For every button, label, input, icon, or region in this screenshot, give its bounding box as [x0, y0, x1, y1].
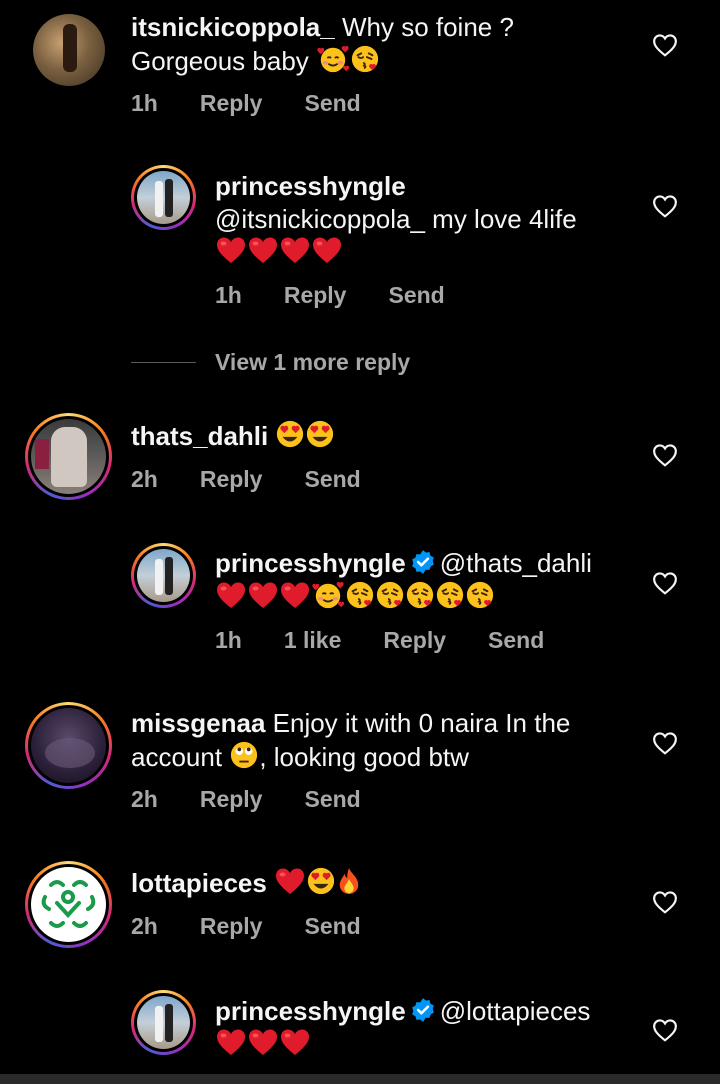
heart-outline-icon[interactable]	[652, 731, 678, 755]
comment-text: , looking good btw	[259, 742, 469, 772]
comment-time: 2h	[131, 466, 158, 492]
red-heart-emoji	[274, 866, 306, 896]
send-button[interactable]: Send	[304, 913, 360, 940]
red-heart-emoji	[311, 235, 343, 265]
face-blowing-kiss-emoji	[345, 580, 375, 610]
bottom-edge-bar	[0, 1074, 720, 1084]
face-blowing-kiss-emoji	[375, 580, 405, 610]
avatar[interactable]	[33, 14, 105, 86]
comment-text: Gorgeous baby	[131, 46, 309, 76]
red-heart-emoji	[215, 1027, 247, 1057]
face-with-rolling-eyes-emoji	[229, 740, 259, 770]
comment-time: 1h	[215, 627, 242, 653]
comment-time: 1h	[131, 90, 158, 116]
mention-link[interactable]: @lottapieces	[440, 996, 591, 1026]
likes-count[interactable]: 1 like	[284, 627, 342, 654]
heart-outline-icon[interactable]	[652, 194, 678, 218]
smiling-face-with-hearts-emoji	[311, 580, 345, 610]
red-heart-emoji	[279, 1027, 311, 1057]
send-button[interactable]: Send	[388, 282, 444, 309]
heart-outline-icon[interactable]	[652, 443, 678, 467]
heart-outline-icon[interactable]	[652, 890, 678, 914]
reply-button[interactable]: Reply	[284, 282, 347, 309]
face-blowing-kiss-emoji	[405, 580, 435, 610]
view-more-replies-button[interactable]: View 1 more reply	[215, 349, 410, 376]
avatar[interactable]	[25, 702, 112, 789]
comment-text: Why so foine ?	[341, 12, 514, 42]
red-heart-emoji	[279, 235, 311, 265]
logo-pattern	[41, 880, 96, 928]
mention-link[interactable]: @thats_dahli	[440, 548, 592, 578]
verified-badge-icon	[410, 997, 436, 1023]
red-heart-emoji	[247, 1027, 279, 1057]
comment-time: 2h	[131, 913, 158, 939]
comment-username[interactable]: princesshyngle	[215, 548, 406, 578]
red-heart-emoji	[247, 580, 279, 610]
avatar[interactable]	[131, 990, 196, 1055]
avatar[interactable]	[131, 543, 196, 608]
comment-username[interactable]: princesshyngle	[215, 996, 406, 1026]
send-button[interactable]: Send	[304, 90, 360, 117]
face-blowing-kiss-emoji	[435, 580, 465, 610]
comment-text: @itsnickicoppola_ my love 4life	[215, 204, 577, 234]
comment-time: 1h	[215, 282, 242, 308]
face-blowing-kiss-emoji	[350, 44, 380, 74]
red-heart-emoji	[215, 580, 247, 610]
reply-button[interactable]: Reply	[383, 627, 446, 654]
heart-eyes-emoji	[275, 419, 305, 449]
red-heart-emoji	[247, 235, 279, 265]
send-button[interactable]: Send	[488, 627, 544, 654]
comment-username[interactable]: lottapieces	[131, 868, 267, 898]
send-button[interactable]: Send	[304, 786, 360, 813]
smiling-face-with-hearts-emoji	[316, 44, 350, 74]
reply-button[interactable]: Reply	[200, 90, 263, 117]
comment-username[interactable]: thats_dahli	[131, 421, 268, 451]
red-heart-emoji	[215, 235, 247, 265]
avatar[interactable]	[131, 165, 196, 230]
reply-button[interactable]: Reply	[200, 466, 263, 493]
comment-username[interactable]: princesshyngle	[215, 171, 406, 201]
heart-outline-icon[interactable]	[652, 33, 678, 57]
reply-button[interactable]: Reply	[200, 786, 263, 813]
fire-emoji	[336, 866, 362, 896]
heart-eyes-emoji	[306, 866, 336, 896]
send-button[interactable]: Send	[304, 466, 360, 493]
avatar[interactable]	[25, 861, 112, 948]
heart-outline-icon[interactable]	[652, 571, 678, 595]
comment-username[interactable]: itsnickicoppola_	[131, 12, 335, 42]
heart-outline-icon[interactable]	[652, 1018, 678, 1042]
avatar[interactable]	[25, 413, 112, 500]
red-heart-emoji	[279, 580, 311, 610]
divider-line	[131, 362, 196, 363]
comment-text: Enjoy it with 0 naira In the	[272, 708, 571, 738]
reply-button[interactable]: Reply	[200, 913, 263, 940]
comment-time: 2h	[131, 786, 158, 812]
heart-eyes-emoji	[305, 419, 335, 449]
comment-username[interactable]: missgenaa	[131, 708, 265, 738]
comment-text: account	[131, 742, 223, 772]
verified-badge-icon	[410, 549, 436, 575]
face-blowing-kiss-emoji	[465, 580, 495, 610]
